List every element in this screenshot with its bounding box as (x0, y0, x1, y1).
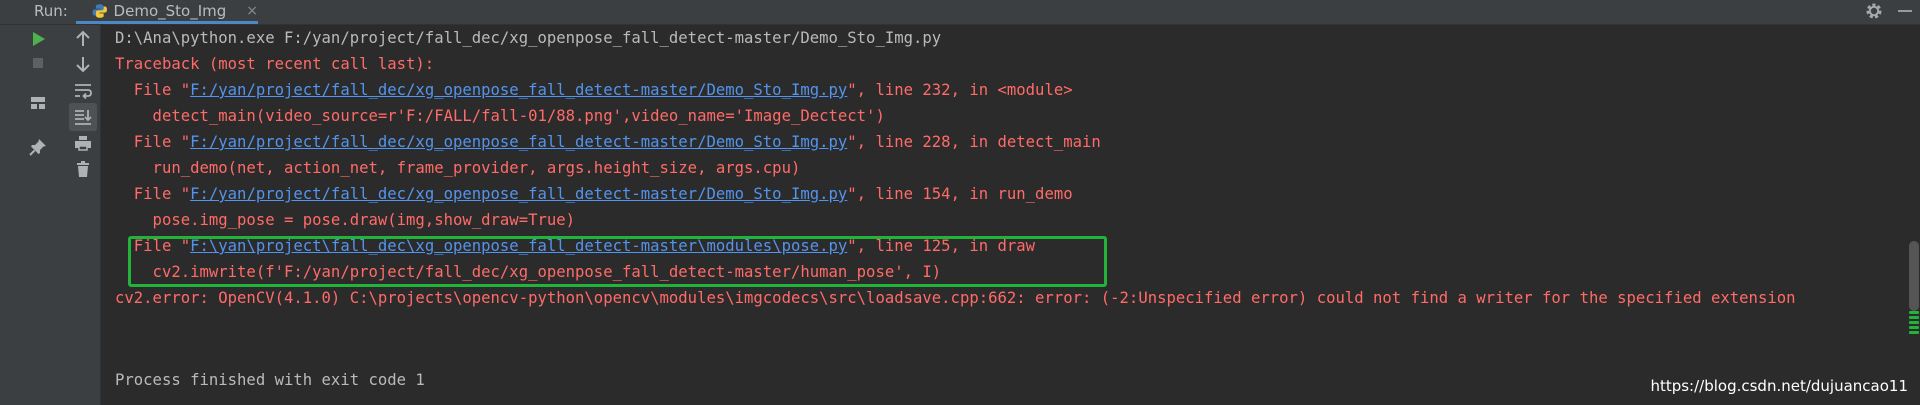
file-link[interactable]: F:/yan/project/fall_dec/xg_openpose_fall… (190, 81, 847, 99)
command-line: D:\Ana\python.exe F:/yan/project/fall_de… (115, 29, 942, 47)
run-tool-window-header: Run: Demo_Sto_Img × (0, 0, 1920, 25)
traceback-code-line: pose.img_pose = pose.draw(img,show_draw=… (115, 211, 576, 229)
stripe-label[interactable]: ites (0, 379, 2, 399)
traceback-file-line: File "F:/yan/project/fall_dec/xg_openpos… (115, 185, 1073, 203)
print-button[interactable] (69, 129, 97, 157)
arrow-down-icon (76, 57, 90, 73)
previous-occurrence-button[interactable] (69, 25, 97, 53)
arrow-up-icon (76, 30, 90, 46)
scroll-to-end-button[interactable] (69, 103, 97, 131)
clear-all-button[interactable] (69, 155, 97, 183)
error-message: cv2.error: OpenCV(4.1.0) C:\projects\ope… (115, 289, 1796, 307)
tab-title: Demo_Sto_Img (113, 1, 227, 20)
traceback-file-line: File "F:/yan/project/fall_dec/xg_openpos… (115, 81, 1073, 99)
tab-close-button[interactable]: × (246, 3, 258, 19)
layout-icon (31, 97, 45, 109)
soft-wrap-button[interactable] (69, 77, 97, 105)
traceback-code-line: detect_main(video_source=r'F:/FALL/fall-… (115, 107, 885, 125)
pin-icon (29, 139, 46, 156)
scroll-to-end-icon (75, 110, 92, 125)
run-label: Run: (34, 2, 68, 20)
traceback-code-line: run_demo(net, action_net, frame_provider… (115, 159, 801, 177)
console-output[interactable]: D:\Ana\python.exe F:/yan/project/fall_de… (101, 25, 1908, 405)
traceback-header: Traceback (most recent call last): (115, 55, 435, 73)
stop-icon (33, 58, 43, 68)
stop-button[interactable] (24, 49, 52, 77)
traceback-file-line: File "F:/yan/project/fall_dec/xg_openpos… (115, 133, 1101, 151)
exit-message: Process finished with exit code 1 (115, 371, 425, 389)
highlight-annotation (128, 236, 1107, 287)
run-toolbar-primary (20, 25, 66, 405)
scroll-marks (1909, 311, 1919, 339)
left-tool-stripe: ites (0, 25, 21, 405)
console-scrollbar[interactable] (1908, 25, 1920, 405)
python-file-icon (92, 3, 107, 18)
soft-wrap-icon (75, 84, 92, 100)
file-link[interactable]: F:/yan/project/fall_dec/xg_openpose_fall… (190, 133, 847, 151)
run-icon (33, 32, 45, 46)
gear-icon[interactable] (1864, 1, 1884, 21)
run-toolbar-secondary (66, 25, 101, 405)
pin-tab-button[interactable] (24, 133, 52, 161)
watermark: https://blog.csdn.net/dujuancao11 (1650, 377, 1908, 395)
file-link[interactable]: F:/yan/project/fall_dec/xg_openpose_fall… (190, 185, 847, 203)
print-icon (75, 136, 91, 151)
layout-button[interactable] (24, 89, 52, 117)
trash-icon (77, 161, 89, 177)
next-occurrence-button[interactable] (69, 50, 97, 78)
scroll-thumb[interactable] (1909, 241, 1919, 311)
tab-demo-sto-img[interactable]: Demo_Sto_Img × (76, 0, 258, 24)
minimize-icon[interactable] (1898, 10, 1912, 12)
